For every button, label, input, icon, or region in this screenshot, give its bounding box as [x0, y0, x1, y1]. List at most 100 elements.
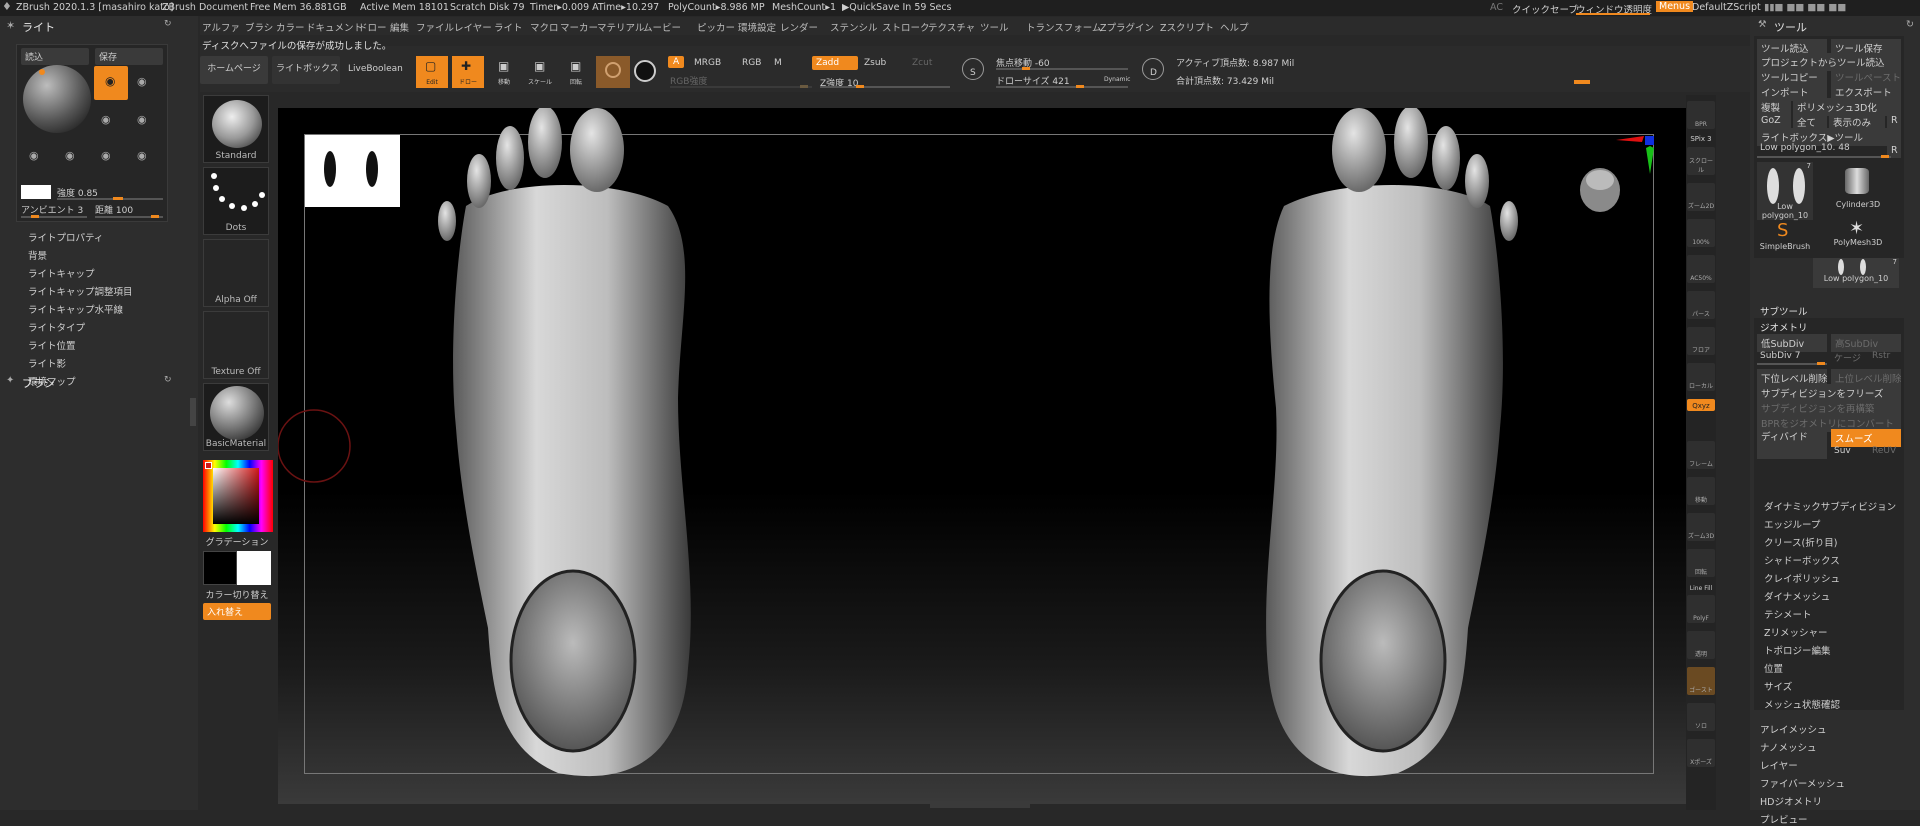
light-save-button[interactable]: 保存 — [95, 48, 163, 65]
menu-item[interactable]: Zスクリプト — [1160, 20, 1214, 34]
move-button[interactable]: ▣ 移動 — [488, 56, 520, 88]
geometry-subitem[interactable]: シャドーボックス — [1764, 553, 1840, 567]
goz-button[interactable]: GoZ — [1757, 113, 1791, 128]
geometry-subitem[interactable]: クレイポリッシュ — [1764, 571, 1840, 585]
tool-thumb-simplebrush[interactable]: S SimpleBrush — [1757, 220, 1813, 258]
rstr-button[interactable]: Rstr — [1872, 351, 1890, 361]
ambient-slider[interactable] — [21, 215, 87, 218]
floor-button[interactable]: フロア — [1687, 327, 1715, 355]
geometry-header[interactable]: ジオメトリ — [1760, 320, 1808, 334]
menu-item[interactable]: ストローク — [882, 20, 930, 34]
a-button[interactable]: A — [668, 56, 685, 68]
tool-section-item[interactable]: プレビュー — [1760, 812, 1808, 826]
light-5-bulb-icon[interactable]: ◉ — [29, 149, 39, 162]
menu-item[interactable]: レンダー — [780, 20, 818, 34]
menu-item[interactable]: マテリアル — [597, 20, 644, 34]
edit-button[interactable]: ▢ Edit — [416, 56, 448, 88]
lower-subdiv-button[interactable]: 低SubDiv — [1757, 334, 1827, 352]
menu-item[interactable]: ヘルプ — [1220, 20, 1249, 34]
gyro-icon[interactable] — [634, 60, 656, 82]
bottom-collapse-handle[interactable] — [930, 803, 1030, 808]
left-foot-model[interactable] — [438, 108, 691, 777]
right-foot-model[interactable] — [1266, 108, 1518, 777]
alpha-tile[interactable]: Alpha Off — [203, 239, 269, 307]
tool-thumb-polymesh3d[interactable]: ✶ PolyMesh3D — [1815, 218, 1901, 256]
light-1-button[interactable]: ◉ — [94, 66, 128, 100]
light-7-bulb-icon[interactable]: ◉ — [101, 149, 111, 162]
color-switch-label[interactable]: カラー切り替え — [200, 588, 274, 601]
swap-button[interactable]: 入れ替え — [203, 603, 271, 620]
texture-tile[interactable]: Texture Off — [203, 311, 269, 379]
menu-item[interactable]: テクスチャ — [928, 20, 975, 34]
linefill-label[interactable]: Line Fill — [1686, 585, 1716, 592]
menu-item[interactable]: カラー — [276, 20, 305, 34]
menu-item[interactable]: ドロー — [358, 20, 387, 34]
light-position-marker[interactable] — [39, 69, 45, 75]
menu-item[interactable]: Zプラグイン — [1100, 20, 1154, 34]
light-subpalette-item[interactable]: ライトプロパティ — [28, 230, 103, 244]
dots-stroke-tile[interactable]: Dots — [203, 167, 269, 235]
menu-item[interactable]: ブラシ — [245, 20, 273, 34]
light-subpalette-item[interactable]: ライトタイプ — [28, 320, 85, 334]
geometry-subitem[interactable]: トポロジー編集 — [1764, 643, 1831, 657]
menu-item[interactable]: マーカー — [560, 20, 598, 34]
color-picker[interactable] — [203, 460, 273, 532]
focal-shift-slider[interactable] — [996, 67, 1128, 70]
geometry-subitem[interactable]: ダイナメッシュ — [1764, 589, 1830, 603]
light-panel-title[interactable]: ライト — [22, 19, 55, 35]
zsub-button[interactable]: Zsub — [860, 56, 902, 70]
reuv-toggle[interactable]: ReUV — [1872, 446, 1896, 456]
m-button[interactable]: M — [770, 56, 786, 70]
subdiv-slider[interactable] — [1757, 362, 1827, 365]
light-sphere-preview[interactable] — [23, 65, 91, 133]
rgb-intensity-slider[interactable] — [670, 85, 812, 88]
higher-subdiv-button[interactable]: 高SubDiv — [1831, 334, 1901, 352]
refresh-icon[interactable]: ↻ — [164, 19, 172, 29]
tool-thumb-cylinder3d[interactable]: Cylinder3D — [1815, 162, 1901, 220]
z-intensity-slider[interactable] — [820, 85, 950, 88]
menu-item[interactable]: ドキュメント — [306, 20, 363, 34]
tool-section-item[interactable]: ファイバーメッシュ — [1760, 776, 1845, 790]
tool-section-item[interactable]: レイヤー — [1760, 758, 1798, 772]
color-marker[interactable] — [205, 462, 212, 469]
light-color-swatch[interactable] — [21, 185, 51, 199]
head-gizmo-icon[interactable] — [1580, 168, 1620, 212]
bpr-button[interactable]: BPR — [1687, 101, 1715, 129]
draw-button[interactable]: ✚ ドロー — [452, 56, 484, 88]
current-tool-name[interactable]: Low polygon_10. 48 — [1760, 143, 1850, 153]
geometry-subitem[interactable]: サイズ — [1764, 679, 1792, 693]
light-6-bulb-icon[interactable]: ◉ — [65, 149, 75, 162]
dynamic-toggle[interactable]: Dynamic — [1104, 76, 1130, 83]
light-4-bulb-icon[interactable]: ◉ — [137, 113, 147, 126]
zoom2d-button[interactable]: ズーム2D — [1687, 183, 1715, 211]
light-subpalette-item[interactable]: ライトキャップ調整項目 — [28, 284, 133, 298]
distance-slider[interactable] — [95, 215, 163, 218]
menu-item[interactable]: アルファ — [202, 20, 240, 34]
xpose-button[interactable]: Xポーズ — [1687, 739, 1715, 767]
secondary-color-swatch[interactable] — [203, 551, 237, 585]
brush-refresh-icon[interactable]: ↻ — [164, 375, 172, 385]
document-canvas[interactable] — [278, 108, 1686, 804]
light-subpalette-item[interactable]: ライト位置 — [28, 338, 76, 352]
frame-button[interactable]: フレーム — [1687, 441, 1715, 469]
light-subpalette-item[interactable]: ライトキャップ — [28, 266, 95, 280]
zcut-button[interactable]: Zcut — [908, 56, 944, 70]
goz-r-button[interactable]: R — [1887, 113, 1901, 128]
menu-item[interactable]: ステンシル — [830, 20, 878, 34]
tool-slider[interactable] — [1757, 155, 1891, 158]
light-subpalette-item[interactable]: ライトキャップ水平線 — [28, 302, 123, 316]
tool-section-item[interactable]: アレイメッシュ — [1760, 722, 1827, 736]
transparency-slider[interactable] — [1576, 13, 1650, 15]
menu-item[interactable]: ファイル — [416, 20, 454, 34]
cage-button[interactable]: ケージ — [1834, 351, 1861, 364]
solo-button[interactable]: ソロ — [1687, 703, 1715, 731]
light-3-bulb-icon[interactable]: ◉ — [101, 113, 111, 126]
scroll-button[interactable]: スクロール — [1687, 147, 1715, 175]
menu-item[interactable]: ツール — [980, 20, 1009, 34]
canvas-scroll-indicator[interactable] — [1574, 80, 1590, 84]
color-square[interactable] — [213, 468, 259, 524]
ac50-button[interactable]: AC50% — [1687, 255, 1715, 283]
material-tile[interactable]: BasicMaterial — [203, 383, 269, 451]
distance-value[interactable]: 距離 100 — [95, 203, 133, 216]
transparency-button[interactable]: 透明 — [1687, 631, 1715, 659]
